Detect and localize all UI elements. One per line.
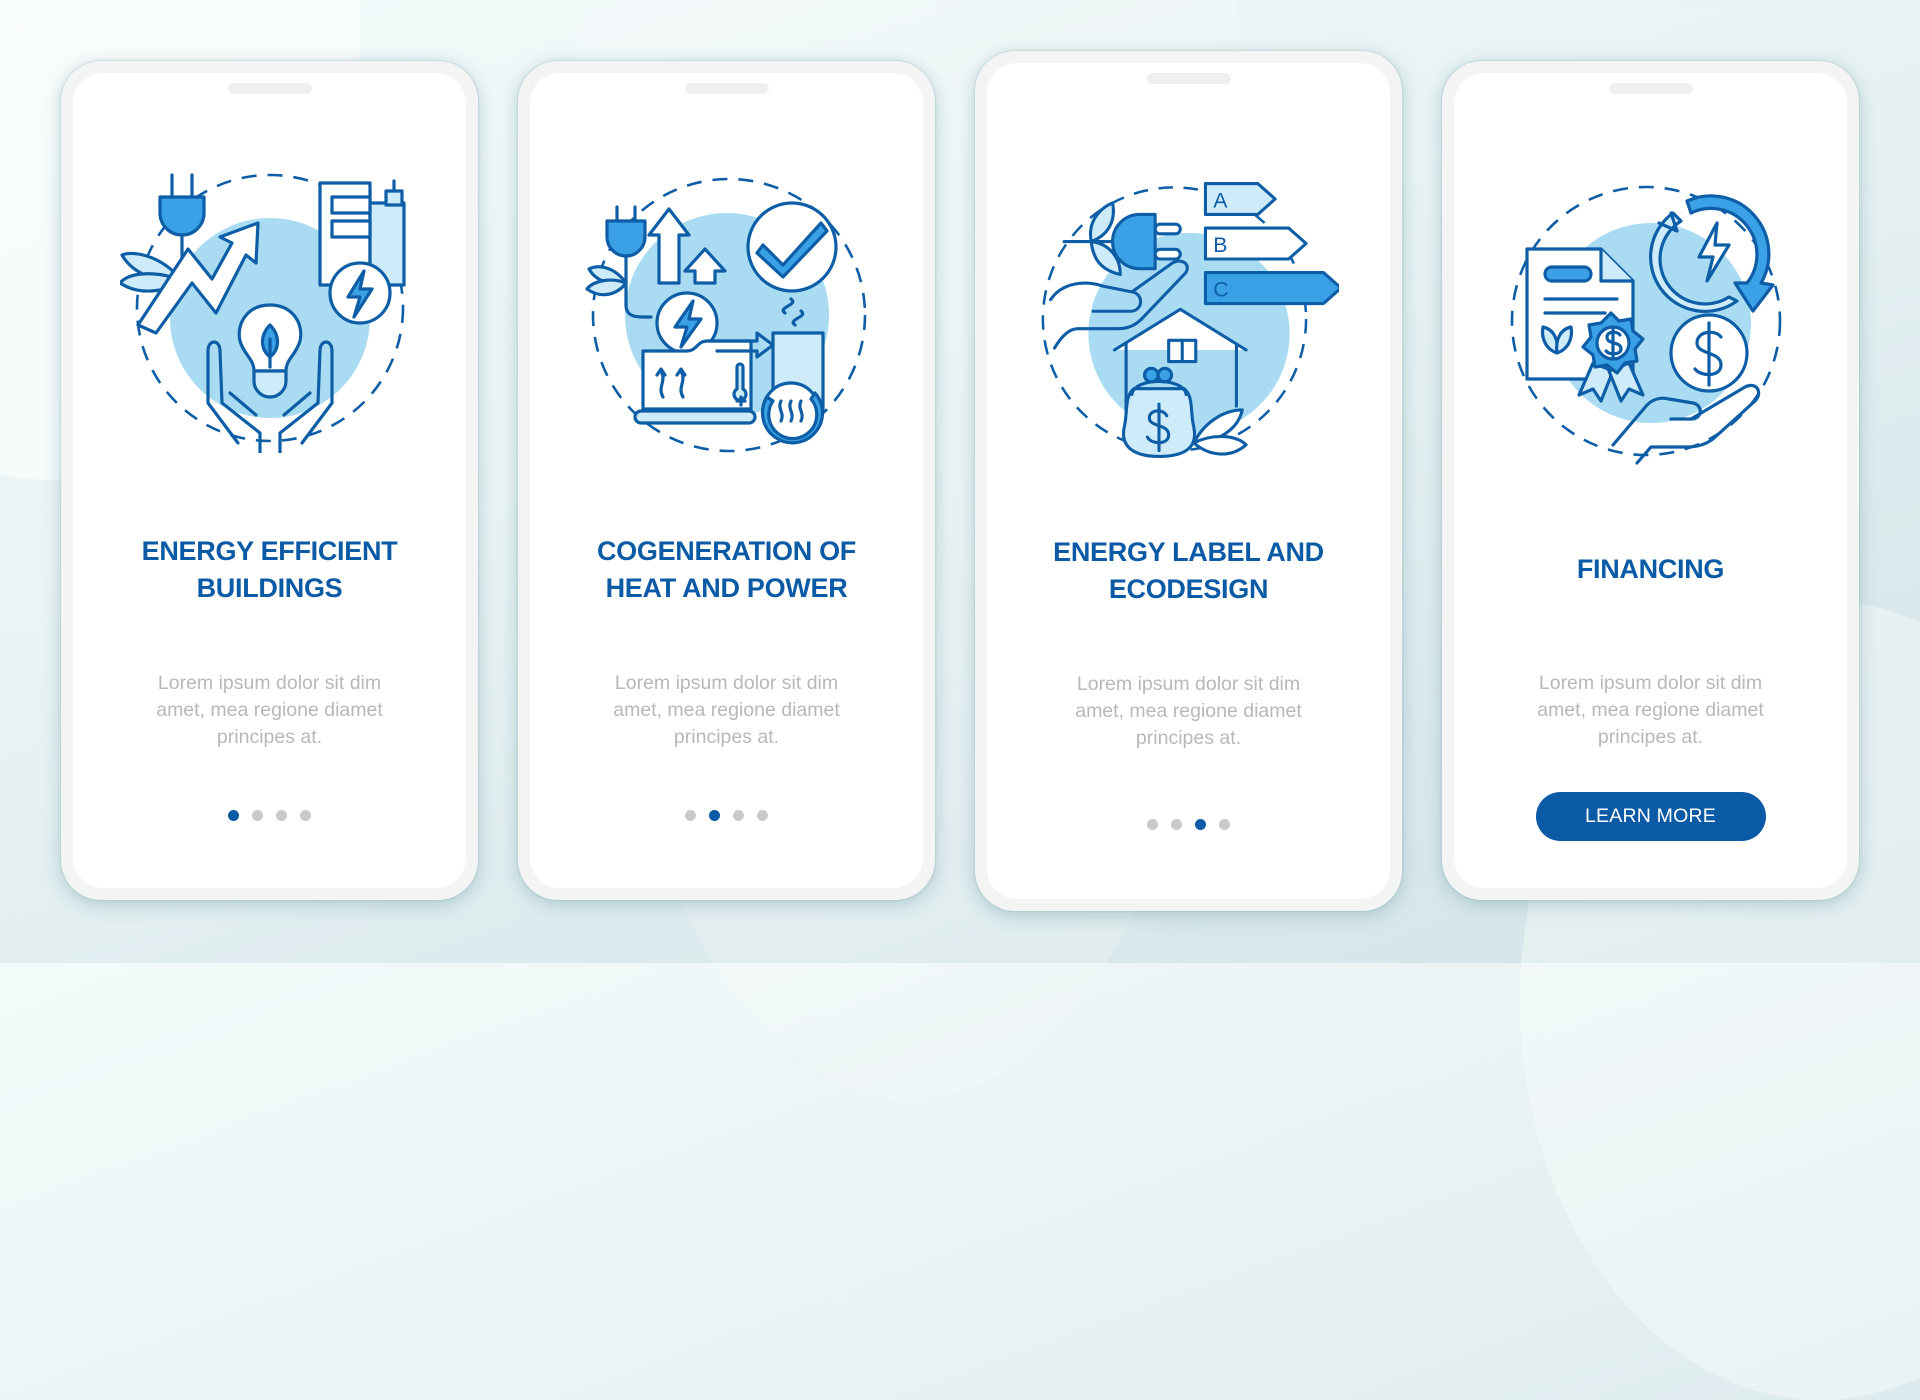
phone-speaker-notch: [227, 83, 312, 94]
pagination-dot[interactable]: [276, 810, 287, 821]
pagination-dot[interactable]: [1219, 819, 1230, 830]
pagination-dot-active[interactable]: [709, 810, 720, 821]
description-line: Lorem ipsum dolor sit dim: [1538, 672, 1763, 694]
learn-more-button[interactable]: LEARN MORE: [1535, 792, 1766, 841]
pagination-dot[interactable]: [757, 810, 768, 821]
leaf-icon: [584, 265, 628, 297]
energy-label-letter: C: [1213, 278, 1228, 302]
phone-speaker-notch: [684, 83, 769, 94]
onboarding-screen-4: FINANCING Lorem ipsum dolor sit dim amet…: [1442, 61, 1859, 900]
pagination-dot[interactable]: [1147, 819, 1158, 830]
screen-title: ENERGY LABEL AND ECODESIGN: [987, 534, 1390, 608]
energy-efficient-buildings-illustration: [119, 173, 406, 453]
cogeneration-heat-power-illustration: [584, 177, 866, 453]
title-line: ENERGY EFFICIENT: [141, 536, 398, 566]
phone-screen: FINANCING Lorem ipsum dolor sit dim amet…: [1454, 73, 1847, 888]
screen-description: Lorem ipsum dolor sit dim amet, mea regi…: [530, 670, 923, 751]
pagination-dot[interactable]: [685, 810, 696, 821]
pagination-dots: [987, 819, 1390, 830]
phone-speaker-notch: [1608, 83, 1693, 94]
financing-illustration: [1510, 185, 1781, 465]
pagination-dot[interactable]: [733, 810, 744, 821]
phone-screen: COGENERATION OF HEAT AND POWER Lorem ips…: [530, 73, 923, 888]
onboarding-screen-1: ENERGY EFFICIENT BUILDINGS Lorem ipsum d…: [61, 61, 478, 900]
checkmark-badge-icon: [745, 201, 838, 293]
screen-title: COGENERATION OF HEAT AND POWER: [530, 533, 923, 607]
description-line: amet, mea regione diamet: [1537, 699, 1764, 721]
description-line: principes at.: [216, 726, 323, 748]
description-line: amet, mea regione diamet: [1075, 700, 1302, 722]
pagination-dot[interactable]: [1171, 819, 1182, 830]
phone-speaker-notch: [1146, 73, 1231, 84]
description-line: amet, mea regione diamet: [613, 699, 840, 721]
screen-description: Lorem ipsum dolor sit dim amet, mea regi…: [1454, 670, 1847, 751]
pagination-dot-active[interactable]: [1195, 819, 1206, 830]
title-line: BUILDINGS: [196, 573, 343, 603]
description-line: principes at.: [1597, 726, 1704, 748]
energy-label-a: A: [1203, 181, 1277, 217]
heat-cycle-icon: [760, 381, 824, 445]
screen-title: FINANCING: [1454, 551, 1847, 588]
pagination-dot[interactable]: [300, 810, 311, 821]
pagination-dots: [530, 810, 923, 821]
description-line: Lorem ipsum dolor sit dim: [1076, 673, 1301, 695]
renewable-energy-icon: [327, 261, 392, 325]
title-line: ECODESIGN: [1108, 574, 1269, 604]
onboarding-screen-2: COGENERATION OF HEAT AND POWER Lorem ips…: [518, 61, 935, 900]
energy-label-b: B: [1203, 226, 1308, 261]
title-line: ENERGY LABEL AND: [1053, 537, 1324, 567]
title-line: FINANCING: [1576, 554, 1725, 584]
description-line: Lorem ipsum dolor sit dim: [614, 672, 839, 694]
screen-title: ENERGY EFFICIENT BUILDINGS: [73, 533, 466, 607]
screen-description: Lorem ipsum dolor sit dim amet, mea regi…: [73, 670, 466, 751]
dollar-coin-icon: [1668, 313, 1749, 393]
pagination-dot[interactable]: [252, 810, 263, 821]
onboarding-screen-3: A B C ENERGY LABEL AND ECODESIGN Lorem i…: [975, 51, 1402, 911]
phone-screen: ENERGY EFFICIENT BUILDINGS Lorem ipsum d…: [73, 73, 466, 888]
energy-label-c: C: [1203, 271, 1339, 306]
description-line: amet, mea regione diamet: [156, 699, 383, 721]
description-line: principes at.: [1135, 727, 1242, 749]
title-line: HEAT AND POWER: [605, 573, 848, 603]
energy-label-ecodesign-illustration: A B C: [1041, 181, 1339, 458]
description-line: principes at.: [673, 726, 780, 748]
phone-screen: A B C ENERGY LABEL AND ECODESIGN Lorem i…: [987, 63, 1390, 899]
energy-label-letter: A: [1213, 189, 1228, 213]
screen-description: Lorem ipsum dolor sit dim amet, mea regi…: [987, 671, 1390, 752]
pagination-dots: [73, 810, 466, 821]
title-line: COGENERATION OF: [596, 536, 856, 566]
description-line: Lorem ipsum dolor sit dim: [157, 672, 382, 694]
energy-label-letter: B: [1213, 233, 1227, 257]
pagination-dot-active[interactable]: [228, 810, 239, 821]
